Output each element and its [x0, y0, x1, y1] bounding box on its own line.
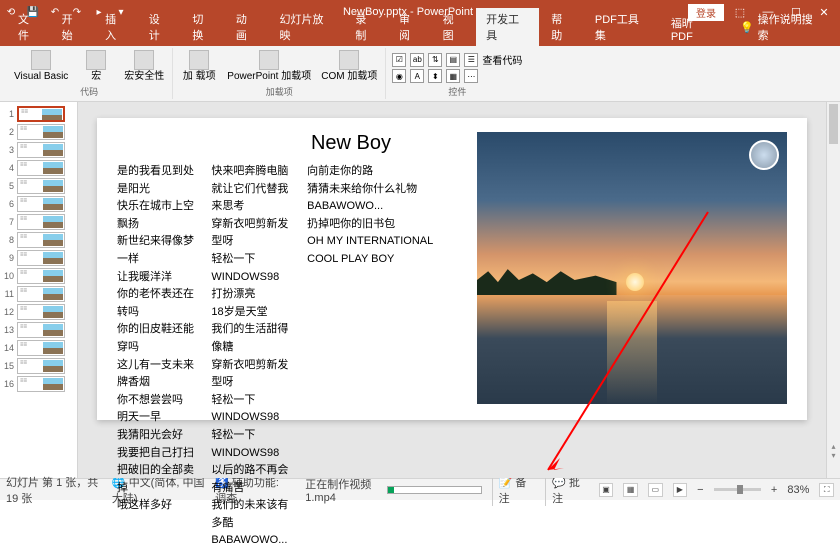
view-code-button[interactable]: 查看代码: [482, 52, 522, 67]
tab-0[interactable]: 文件: [8, 8, 50, 46]
tab-11[interactable]: 帮助: [541, 8, 583, 46]
ppt-addins-button[interactable]: PowerPoint 加载项: [225, 48, 313, 84]
thumbnail-12[interactable]: 12: [2, 304, 75, 320]
tab-7[interactable]: 录制: [345, 8, 387, 46]
group-label: 代码: [80, 84, 98, 99]
tab-2[interactable]: 插入: [95, 8, 137, 46]
slide-thumbnails[interactable]: 12345678910111213141516: [0, 102, 78, 478]
more-controls-icon[interactable]: ⋯: [464, 69, 478, 83]
ribbon-tabs: 文件开始插入设计切换动画幻灯片放映录制审阅视图开发工具帮助PDF工具集福昕PDF…: [0, 24, 840, 46]
tab-5[interactable]: 动画: [226, 8, 268, 46]
zoom-out-button[interactable]: −: [697, 484, 703, 496]
thumbnail-16[interactable]: 16: [2, 376, 75, 392]
list-control-icon[interactable]: ▤: [446, 53, 460, 67]
zoom-slider[interactable]: [714, 488, 761, 491]
scroll-control-icon[interactable]: ⬍: [428, 69, 442, 83]
thumbnail-3[interactable]: 3: [2, 142, 75, 158]
group-label: 加载项: [266, 84, 293, 99]
thumbnail-10[interactable]: 10: [2, 268, 75, 284]
checkbox-control-icon[interactable]: ☑: [392, 53, 406, 67]
tab-13[interactable]: 福昕PDF: [661, 12, 724, 46]
thumbnail-8[interactable]: 8: [2, 232, 75, 248]
macro-security-button[interactable]: 宏安全性: [122, 48, 166, 84]
ribbon-group-addins: 加 载项 PowerPoint 加载项 COM 加载项 加载项: [173, 48, 386, 99]
thumbnail-13[interactable]: 13: [2, 322, 75, 338]
thumbnail-4[interactable]: 4: [2, 160, 75, 176]
zoom-in-button[interactable]: +: [771, 484, 777, 496]
fit-window-button[interactable]: ⛶: [819, 483, 834, 497]
normal-view-button[interactable]: ▣: [599, 483, 614, 497]
thumbnail-2[interactable]: 2: [2, 124, 75, 140]
group-label: 控件: [448, 84, 466, 99]
tab-10[interactable]: 开发工具: [476, 8, 539, 46]
option-control-icon[interactable]: ◉: [392, 69, 406, 83]
properties-icon[interactable]: ☰: [464, 53, 478, 67]
slideshow-view-button[interactable]: ▶: [673, 483, 688, 497]
thumbnail-11[interactable]: 11: [2, 286, 75, 302]
thumbnail-9[interactable]: 9: [2, 250, 75, 266]
tab-9[interactable]: 视图: [433, 8, 475, 46]
tab-4[interactable]: 切换: [182, 8, 224, 46]
tab-12[interactable]: PDF工具集: [585, 8, 659, 46]
lyrics-col-1: 是的我看见到处是阳光 快乐在城市上空飘扬 新世纪来得像梦一样 让我暖洋洋 你的老…: [117, 163, 197, 550]
ribbon-group-controls: ☑ ab ⇅ ▤ ☰ 查看代码 ◉ A ⬍ ▦ ⋯ 控件: [386, 48, 528, 99]
vertical-scrollbar[interactable]: ▴▾: [826, 102, 840, 478]
macros-button[interactable]: 宏: [76, 48, 116, 84]
thumbnail-1[interactable]: 1: [2, 106, 75, 122]
com-addins-button[interactable]: COM 加载项: [319, 48, 379, 84]
notes-button[interactable]: 📝 备注: [492, 474, 536, 506]
thumbnail-14[interactable]: 14: [2, 340, 75, 356]
tab-1[interactable]: 开始: [52, 8, 94, 46]
zoom-level[interactable]: 83%: [787, 484, 809, 496]
label-control-icon[interactable]: A: [410, 69, 424, 83]
slide-counter: 幻灯片 第 1 张，共 19 张: [6, 474, 102, 506]
lyrics-col-2: 快来吧奔腾电脑 就让它们代替我来思考 穿新衣吧剪新发型呀 轻松一下WINDOWS…: [211, 163, 293, 550]
textbox-control-icon[interactable]: ab: [410, 53, 424, 67]
ribbon-group-code: Visual Basic 宏 宏安全性 代码: [6, 48, 173, 99]
addins-button[interactable]: 加 载项: [179, 48, 219, 84]
comments-button[interactable]: 💬 批注: [545, 474, 589, 506]
image-control-icon[interactable]: ▦: [446, 69, 460, 83]
tab-6[interactable]: 幻灯片放映: [269, 8, 343, 46]
tab-3[interactable]: 设计: [139, 8, 181, 46]
slide: New Boy 是的我看见到处是阳光 快乐在城市上空飘扬 新世纪来得像梦一样 让…: [97, 118, 807, 420]
thumbnail-7[interactable]: 7: [2, 214, 75, 230]
tell-me-search[interactable]: 💡操作说明搜索: [730, 8, 832, 46]
sorter-view-button[interactable]: ▦: [623, 483, 638, 497]
thumbnail-6[interactable]: 6: [2, 196, 75, 212]
lens-icon: [749, 140, 779, 170]
slide-title: New Boy: [237, 132, 465, 155]
slide-image: [477, 132, 787, 404]
spin-control-icon[interactable]: ⇅: [428, 53, 442, 67]
slide-canvas[interactable]: New Boy 是的我看见到处是阳光 快乐在城市上空飘扬 新世纪来得像梦一样 让…: [78, 102, 826, 478]
thumbnail-15[interactable]: 15: [2, 358, 75, 374]
ribbon-body: Visual Basic 宏 宏安全性 代码 加 载项 PowerPoint 加…: [0, 46, 840, 102]
tab-8[interactable]: 审阅: [389, 8, 431, 46]
thumbnail-5[interactable]: 5: [2, 178, 75, 194]
reading-view-button[interactable]: ▭: [648, 483, 663, 497]
visual-basic-button[interactable]: Visual Basic: [12, 48, 70, 84]
